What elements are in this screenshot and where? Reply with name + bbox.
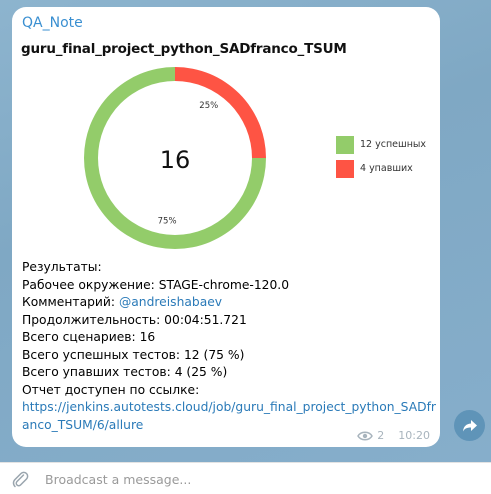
results-block: Результаты: Рабочее окружение: STAGE-chr… <box>22 259 438 434</box>
chart-center-label: 16 <box>160 146 191 174</box>
passed-row: Всего успешных тестов: 12 (75 %) <box>22 347 438 365</box>
failed-row: Всего упавших тестов: 4 (25 %) <box>22 364 438 382</box>
duration-value: 00:04:51.721 <box>164 312 247 327</box>
paperclip-icon[interactable] <box>10 469 30 489</box>
legend-label-passed: 12 успешных <box>360 139 427 150</box>
composer-bar <box>0 462 491 494</box>
failed-value: 4 (25 %) <box>174 365 228 379</box>
comment-label: Комментарий: <box>22 295 116 309</box>
total-value: 16 <box>139 330 156 344</box>
passed-value: 12 (75 %) <box>183 347 245 362</box>
view-count: 2 <box>377 429 385 442</box>
message-meta: 2 10:20 <box>357 429 430 442</box>
donut-chart[interactable]: 25% 75% 16 <box>12 7 440 257</box>
message-input[interactable] <box>45 466 465 492</box>
environment-label: Рабочее окружение: <box>22 277 155 292</box>
passed-label: Всего успешных тестов: <box>22 347 181 362</box>
results-heading: Результаты: <box>22 260 102 274</box>
legend-label-failed: 4 упавших <box>360 163 413 174</box>
legend-swatch-failed <box>336 160 354 178</box>
total-row: Всего сценариев: 16 <box>22 329 438 347</box>
report-label: Отчет доступен по ссылке: <box>22 382 200 397</box>
donut-slice-failed[interactable] <box>175 67 266 158</box>
eye-icon <box>357 431 374 440</box>
comment-mention-link[interactable]: @andreishabaev <box>119 295 222 309</box>
duration-row: Продолжительность: 00:04:51.721 <box>22 312 438 330</box>
failed-label: Всего упавших тестов: <box>22 365 171 379</box>
environment-value: STAGE-chrome-120.0 <box>158 277 290 292</box>
share-button[interactable] <box>454 410 485 441</box>
message-bubble: QA_Note guru_final_project_python_SADfra… <box>12 7 440 447</box>
duration-label: Продолжительность: <box>22 312 161 327</box>
slice-percent-label-failed: 25% <box>199 101 218 111</box>
total-label: Всего сценариев: <box>22 330 136 344</box>
share-arrow-icon <box>462 419 477 431</box>
legend-swatch-passed <box>336 136 354 154</box>
slice-percent-label-passed: 75% <box>158 217 177 227</box>
comment-row: Комментарий: @andreishabaev <box>22 294 438 312</box>
environment-row: Рабочее окружение: STAGE-chrome-120.0 <box>22 277 438 295</box>
message-time: 10:20 <box>398 429 430 442</box>
